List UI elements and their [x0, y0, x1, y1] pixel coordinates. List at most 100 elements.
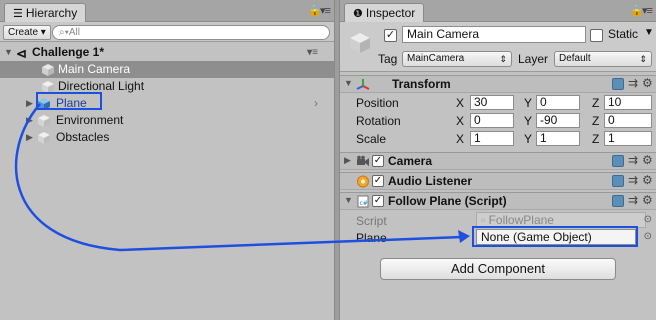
unity-scene-icon: ⊲	[16, 46, 27, 61]
expand-arrow-icon[interactable]: ▼	[344, 195, 353, 205]
gameobject-cube-icon	[42, 64, 54, 76]
hierarchy-panel: ☰ Hierarchy 🔒 ▾≡ Create ▾ ⌕▾All ▼ ⊲ Chall…	[0, 0, 334, 320]
camera-component-header[interactable]: ▶ ✓ Camera ⇉ ⚙	[340, 152, 656, 170]
inspector-panel: ❶ Inspector 🔒 ▾≡ ✓ Main Camera Static ▼ T…	[340, 0, 656, 320]
updown-icon: ⇕	[639, 54, 647, 64]
scene-menu-icon[interactable]: ▾≡	[307, 44, 318, 61]
tag-value: MainCamera	[407, 53, 465, 64]
lock-icon[interactable]: 🔒	[630, 4, 644, 17]
active-checkbox[interactable]: ✓	[384, 29, 397, 42]
position-x-field[interactable]: 30	[470, 95, 514, 110]
hierarchy-item-label: Main Camera	[58, 62, 131, 76]
audio-listener-icon	[357, 175, 369, 188]
camera-enabled-checkbox[interactable]: ✓	[372, 155, 384, 167]
expand-arrow-icon[interactable]: ▼	[344, 78, 353, 88]
search-placeholder: All	[68, 27, 80, 38]
expand-arrow-icon[interactable]: ▼	[4, 44, 13, 61]
preset-icon[interactable]: ⇉	[628, 153, 638, 167]
create-button[interactable]: Create ▾	[3, 25, 51, 40]
position-row: Position X 30 Y 0 Z 10	[340, 95, 656, 111]
plane-field-highlight-box	[472, 226, 638, 247]
hierarchy-toolbar: Create ▾ ⌕▾All	[0, 22, 334, 42]
tab-inspector[interactable]: ❶ Inspector	[344, 3, 425, 23]
panel-menu-icon[interactable]: ▾≡	[320, 4, 331, 17]
hierarchy-item-environment[interactable]: ▶ Environment	[0, 112, 334, 129]
gear-icon[interactable]: ⚙	[642, 76, 653, 90]
chevron-down-icon: ▾	[40, 27, 46, 38]
component-tools: ⇉ ⚙	[612, 193, 656, 209]
y-axis-label: Y	[524, 114, 533, 128]
audio-listener-enabled-checkbox[interactable]: ✓	[372, 175, 384, 187]
camera-title: Camera	[388, 154, 433, 168]
object-name-field[interactable]: Main Camera	[402, 26, 586, 43]
tab-hierarchy[interactable]: ☰ Hierarchy	[4, 3, 87, 23]
panel-menu-icon[interactable]: ▾≡	[642, 4, 653, 17]
layer-value: Default	[559, 53, 591, 64]
script-label: Script	[356, 214, 387, 228]
help-book-icon[interactable]	[612, 78, 624, 90]
help-book-icon[interactable]	[612, 155, 624, 167]
hierarchy-item-label: Obstacles	[56, 130, 110, 144]
scale-z-field[interactable]: 1	[604, 131, 652, 146]
position-label: Position	[356, 96, 399, 110]
script-value: FollowPlane	[488, 213, 554, 227]
tab-inspector-label: Inspector	[365, 6, 416, 20]
audio-listener-component-header[interactable]: ✓ Audio Listener ⇉ ⚙	[340, 172, 656, 190]
layer-dropdown[interactable]: Default ⇕	[554, 51, 652, 67]
expand-arrow-icon[interactable]: ▶	[344, 155, 351, 166]
svg-text:c#: c#	[360, 200, 368, 207]
plane-label: Plane	[356, 231, 387, 245]
rotation-z-field[interactable]: 0	[604, 113, 652, 128]
scale-y-field[interactable]: 1	[536, 131, 580, 146]
follow-plane-title: Follow Plane (Script)	[388, 194, 507, 208]
gear-icon[interactable]: ⚙	[642, 193, 653, 207]
hierarchy-item-main-camera[interactable]: Main Camera	[0, 61, 334, 78]
camera-icon	[357, 155, 369, 166]
chevron-down-icon[interactable]: ▼	[644, 27, 654, 38]
transform-component-header[interactable]: ▼ Transform ⇉ ⚙	[340, 75, 656, 93]
position-y-field[interactable]: 0	[536, 95, 580, 110]
tag-dropdown[interactable]: MainCamera ⇕	[402, 51, 512, 67]
follow-plane-enabled-checkbox[interactable]: ✓	[372, 195, 384, 207]
scale-x-field[interactable]: 1	[470, 131, 514, 146]
help-book-icon[interactable]	[612, 195, 624, 207]
updown-icon: ⇕	[499, 54, 507, 64]
search-input[interactable]: ⌕▾All	[52, 25, 330, 40]
csharp-script-icon: ▫	[481, 213, 489, 227]
y-axis-label: Y	[524, 132, 533, 146]
add-component-button[interactable]: Add Component	[380, 258, 616, 280]
scene-name: Challenge 1*	[32, 45, 105, 59]
preset-icon[interactable]: ⇉	[628, 76, 638, 90]
hierarchy-item-obstacles[interactable]: ▶ Obstacles	[0, 129, 334, 146]
plane-highlight-box	[36, 92, 102, 110]
expand-arrow-icon[interactable]: ▶	[26, 129, 33, 146]
scene-row[interactable]: ▼ ⊲ Challenge 1* ▾≡	[0, 44, 334, 61]
object-picker-icon[interactable]: ⊙	[644, 231, 652, 242]
position-z-field[interactable]: 10	[604, 95, 652, 110]
audio-listener-title: Audio Listener	[388, 174, 473, 188]
help-book-icon[interactable]	[612, 175, 624, 187]
static-checkbox[interactable]	[590, 29, 603, 42]
search-icon: ⌕▾	[59, 27, 69, 38]
lock-icon[interactable]: 🔒	[308, 4, 322, 17]
static-label: Static	[608, 27, 639, 41]
preset-icon[interactable]: ⇉	[628, 193, 638, 207]
rotation-x-field[interactable]: 0	[470, 113, 514, 128]
rotation-label: Rotation	[356, 114, 401, 128]
y-axis-label: Y	[524, 96, 533, 110]
rotation-y-field[interactable]: -90	[536, 113, 580, 128]
gameobject-header: ✓ Main Camera Static ▼ Tag MainCamera ⇕ …	[340, 22, 656, 72]
x-axis-label: X	[456, 96, 465, 110]
gear-icon[interactable]: ⚙	[642, 173, 653, 187]
expand-arrow-icon[interactable]: ▶	[26, 112, 33, 129]
gameobject-cube-icon	[38, 132, 50, 144]
chevron-right-icon[interactable]: ›	[314, 95, 318, 112]
component-tools: ⇉ ⚙	[612, 76, 656, 92]
rotation-row: Rotation X 0 Y -90 Z 0	[340, 113, 656, 129]
gear-icon[interactable]: ⚙	[642, 153, 653, 167]
x-axis-label: X	[456, 132, 465, 146]
preset-icon[interactable]: ⇉	[628, 173, 638, 187]
follow-plane-component-header[interactable]: ▼ c# ✓ Follow Plane (Script) ⇉ ⚙	[340, 192, 656, 210]
component-tools: ⇉ ⚙	[612, 153, 656, 169]
expand-arrow-icon[interactable]: ▶	[26, 95, 33, 112]
